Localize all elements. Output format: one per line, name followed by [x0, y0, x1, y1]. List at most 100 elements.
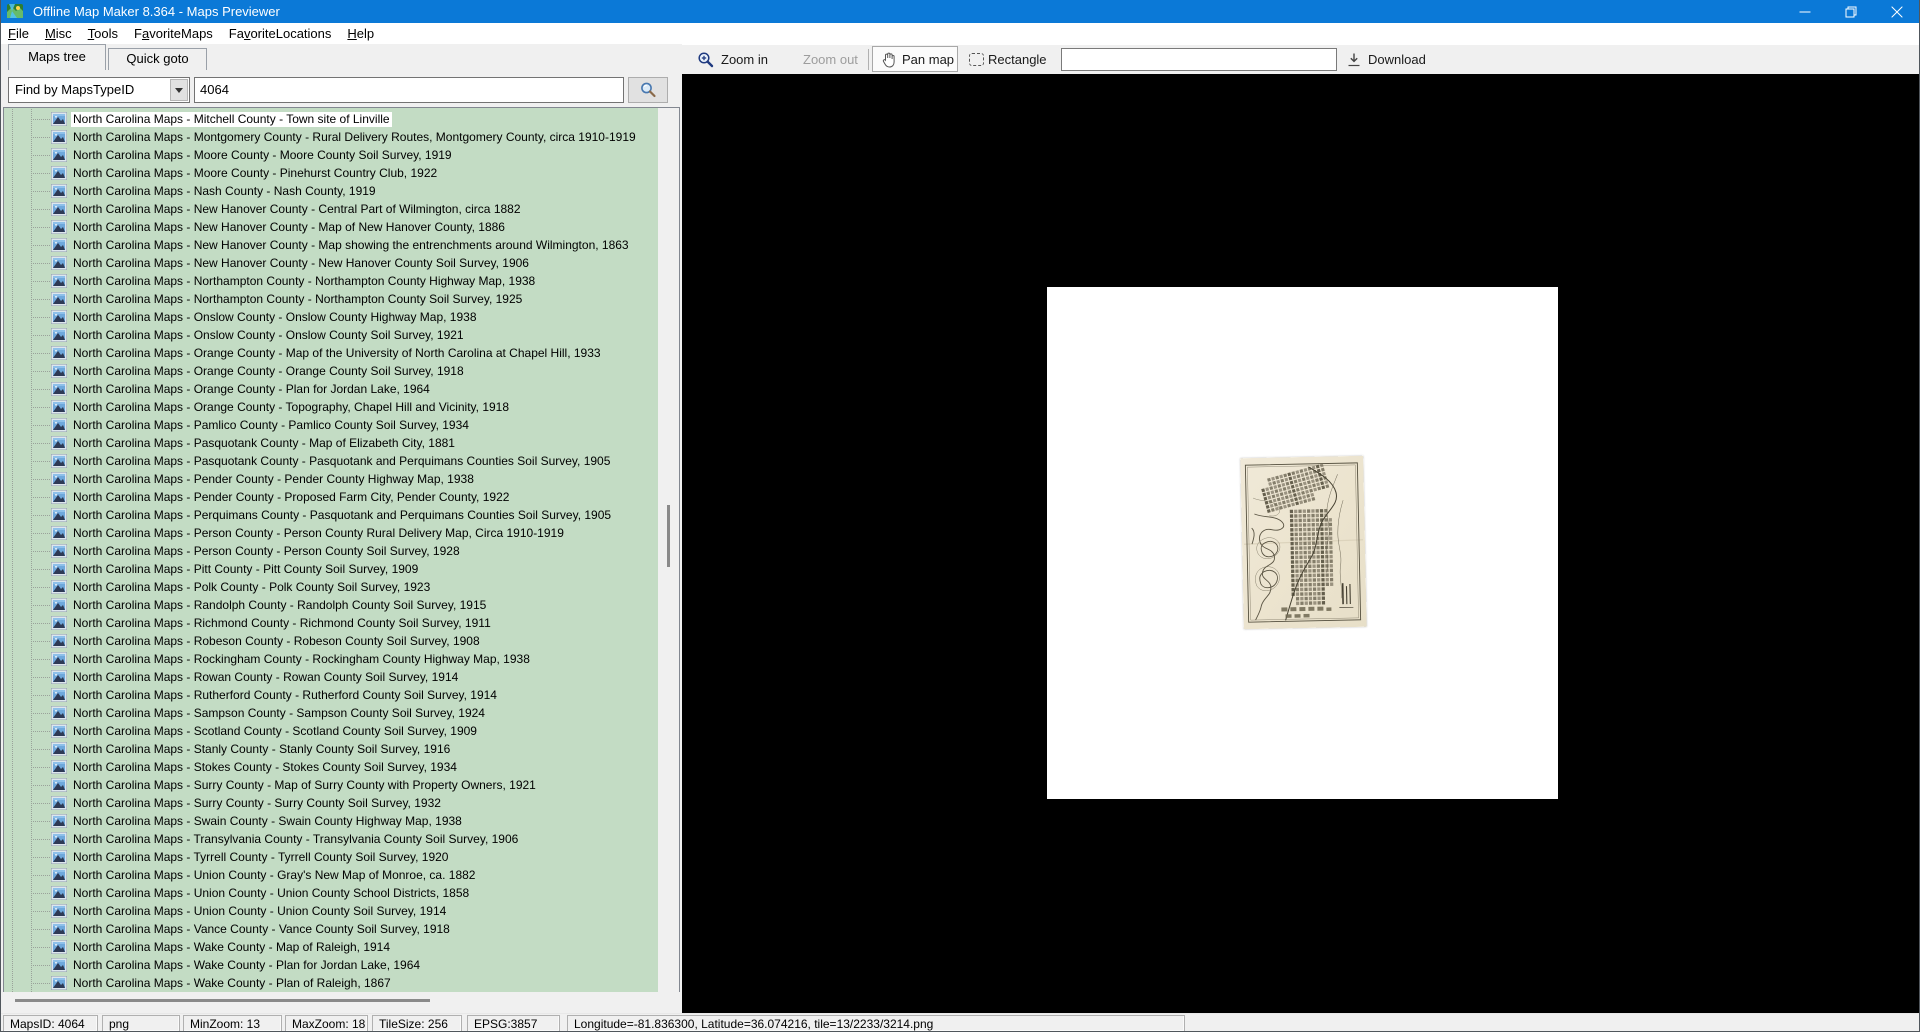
tree-item[interactable]: North Carolina Maps - Pamlico County - P…: [4, 416, 658, 434]
search-input[interactable]: 4064: [194, 77, 624, 103]
find-by-dropdown[interactable]: Find by MapsTypeID: [8, 77, 190, 103]
tree-item[interactable]: North Carolina Maps - Stanly County - St…: [4, 740, 658, 758]
zoom-out-button[interactable]: Zoom out: [803, 45, 858, 74]
tree-item[interactable]: North Carolina Maps - Orange County - Pl…: [4, 380, 658, 398]
tree-item[interactable]: North Carolina Maps - Rowan County - Row…: [4, 668, 658, 686]
scrollbar-thumb[interactable]: [15, 999, 430, 1002]
tree-item[interactable]: North Carolina Maps - Onslow County - On…: [4, 326, 658, 344]
tree-connector: [31, 911, 51, 912]
dropdown-arrow-button[interactable]: [170, 79, 188, 101]
tree-item[interactable]: North Carolina Maps - Vance County - Van…: [4, 920, 658, 938]
tree-item[interactable]: North Carolina Maps - Moore County - Moo…: [4, 146, 658, 164]
tree-item[interactable]: North Carolina Maps - New Hanover County…: [4, 236, 658, 254]
tree-item[interactable]: North Carolina Maps - Tyrrell County - T…: [4, 848, 658, 866]
menu-favoritelocations[interactable]: FavoriteLocations: [229, 25, 332, 43]
tree-item[interactable]: North Carolina Maps - Pasquotank County …: [4, 452, 658, 470]
tree-item[interactable]: North Carolina Maps - Richmond County - …: [4, 614, 658, 632]
tree-connector: [31, 587, 51, 588]
tree-vertical-scrollbar[interactable]: [658, 108, 679, 992]
tree-connector: [31, 209, 51, 210]
tree-item[interactable]: North Carolina Maps - Swain County - Swa…: [4, 812, 658, 830]
zoom-in-button[interactable]: Zoom in: [721, 45, 768, 74]
tree-item[interactable]: North Carolina Maps - New Hanover County…: [4, 200, 658, 218]
tab-quick-goto[interactable]: Quick goto: [108, 48, 207, 70]
tree-item[interactable]: North Carolina Maps - Rutherford County …: [4, 686, 658, 704]
tree-item[interactable]: North Carolina Maps - Moore County - Pin…: [4, 164, 658, 182]
map-image-icon: [50, 651, 68, 667]
tree-item[interactable]: North Carolina Maps - New Hanover County…: [4, 254, 658, 272]
tree-item[interactable]: North Carolina Maps - Union County - Uni…: [4, 902, 658, 920]
tree-connector: [31, 299, 51, 300]
tree-item[interactable]: North Carolina Maps - Pitt County - Pitt…: [4, 560, 658, 578]
tree-item[interactable]: North Carolina Maps - Mitchell County - …: [4, 110, 658, 128]
restore-button[interactable]: [1828, 0, 1874, 23]
map-image-icon: [50, 975, 68, 991]
tree-item[interactable]: North Carolina Maps - Polk County - Polk…: [4, 578, 658, 596]
map-image-icon: [50, 255, 68, 271]
menu-favoritemaps[interactable]: FavoriteMaps: [134, 25, 213, 43]
tree-item[interactable]: North Carolina Maps - Nash County - Nash…: [4, 182, 658, 200]
tree-connector: [31, 731, 51, 732]
menu-help[interactable]: Help: [347, 25, 374, 43]
tree-item[interactable]: North Carolina Maps - Surry County - Sur…: [4, 794, 658, 812]
tree-item[interactable]: North Carolina Maps - Person County - Pe…: [4, 524, 658, 542]
tree-connector: [31, 533, 51, 534]
menu-tools[interactable]: Tools: [88, 25, 118, 43]
tree-item[interactable]: North Carolina Maps - Sampson County - S…: [4, 704, 658, 722]
tree-item[interactable]: North Carolina Maps - Rockingham County …: [4, 650, 658, 668]
map-image-icon: [50, 777, 68, 793]
tree-item[interactable]: North Carolina Maps - Pasquotank County …: [4, 434, 658, 452]
map-image-icon: [50, 957, 68, 973]
menu-misc[interactable]: Misc: [45, 25, 72, 43]
tree-connector: [31, 119, 51, 120]
tree-item[interactable]: North Carolina Maps - Randolph County - …: [4, 596, 658, 614]
tree-item[interactable]: North Carolina Maps - Pender County - Pe…: [4, 470, 658, 488]
tree-item[interactable]: North Carolina Maps - Northampton County…: [4, 272, 658, 290]
map-canvas[interactable]: [682, 74, 1920, 1013]
tree-item[interactable]: North Carolina Maps - Union County - Uni…: [4, 884, 658, 902]
tree-item[interactable]: North Carolina Maps - Wake County - Plan…: [4, 956, 658, 974]
tree-item[interactable]: North Carolina Maps - Onslow County - On…: [4, 308, 658, 326]
tree-connector: [31, 443, 51, 444]
tree-item[interactable]: North Carolina Maps - Orange County - Or…: [4, 362, 658, 380]
search-button[interactable]: [628, 77, 668, 103]
tree-connector: [31, 641, 51, 642]
tree-horizontal-scrollbar[interactable]: [0, 992, 682, 1013]
tree-item[interactable]: North Carolina Maps - Union County - Gra…: [4, 866, 658, 884]
tree-item[interactable]: North Carolina Maps - Pender County - Pr…: [4, 488, 658, 506]
download-button[interactable]: Download: [1368, 45, 1426, 74]
tree-item[interactable]: North Carolina Maps - Orange County - To…: [4, 398, 658, 416]
toolbar-input[interactable]: [1061, 48, 1337, 71]
tree-connector: [31, 155, 51, 156]
tree-item[interactable]: North Carolina Maps - Surry County - Map…: [4, 776, 658, 794]
tree-connector: [31, 173, 51, 174]
tree-item[interactable]: North Carolina Maps - Scotland County - …: [4, 722, 658, 740]
rectangle-button[interactable]: Rectangle: [988, 45, 1047, 74]
tree-connector: [31, 875, 51, 876]
tree-item[interactable]: North Carolina Maps - Perquimans County …: [4, 506, 658, 524]
tree-item[interactable]: North Carolina Maps - New Hanover County…: [4, 218, 658, 236]
window-title: Offline Map Maker 8.364 - Maps Previewer: [33, 4, 280, 19]
app-window: Offline Map Maker 8.364 - Maps Previewer…: [0, 0, 1920, 1032]
tree-item[interactable]: North Carolina Maps - Wake County - Map …: [4, 938, 658, 956]
tree-item[interactable]: North Carolina Maps - Stokes County - St…: [4, 758, 658, 776]
tree-item[interactable]: North Carolina Maps - Wake County - Plan…: [4, 974, 658, 992]
tree-item[interactable]: North Carolina Maps - Northampton County…: [4, 290, 658, 308]
tree-connector: [31, 749, 51, 750]
tree-item[interactable]: North Carolina Maps - Person County - Pe…: [4, 542, 658, 560]
minimize-button[interactable]: [1782, 0, 1828, 23]
tree-item[interactable]: North Carolina Maps - Transylvania Count…: [4, 830, 658, 848]
tree-connector: [31, 551, 51, 552]
close-button[interactable]: [1874, 0, 1920, 23]
menu-file[interactable]: File: [8, 25, 29, 43]
map-image-icon: [50, 291, 68, 307]
tree-connector: [31, 623, 51, 624]
tree-item[interactable]: North Carolina Maps - Orange County - Ma…: [4, 344, 658, 362]
map-image-icon: [50, 453, 68, 469]
tab-maps-tree[interactable]: Maps tree: [8, 44, 106, 70]
maps-tree: North Carolina Maps - Mitchell County - …: [3, 107, 680, 993]
tree-item[interactable]: North Carolina Maps - Robeson County - R…: [4, 632, 658, 650]
download-icon: [1346, 52, 1362, 71]
tree-item[interactable]: North Carolina Maps - Montgomery County …: [4, 128, 658, 146]
scrollbar-thumb[interactable]: [667, 505, 670, 567]
